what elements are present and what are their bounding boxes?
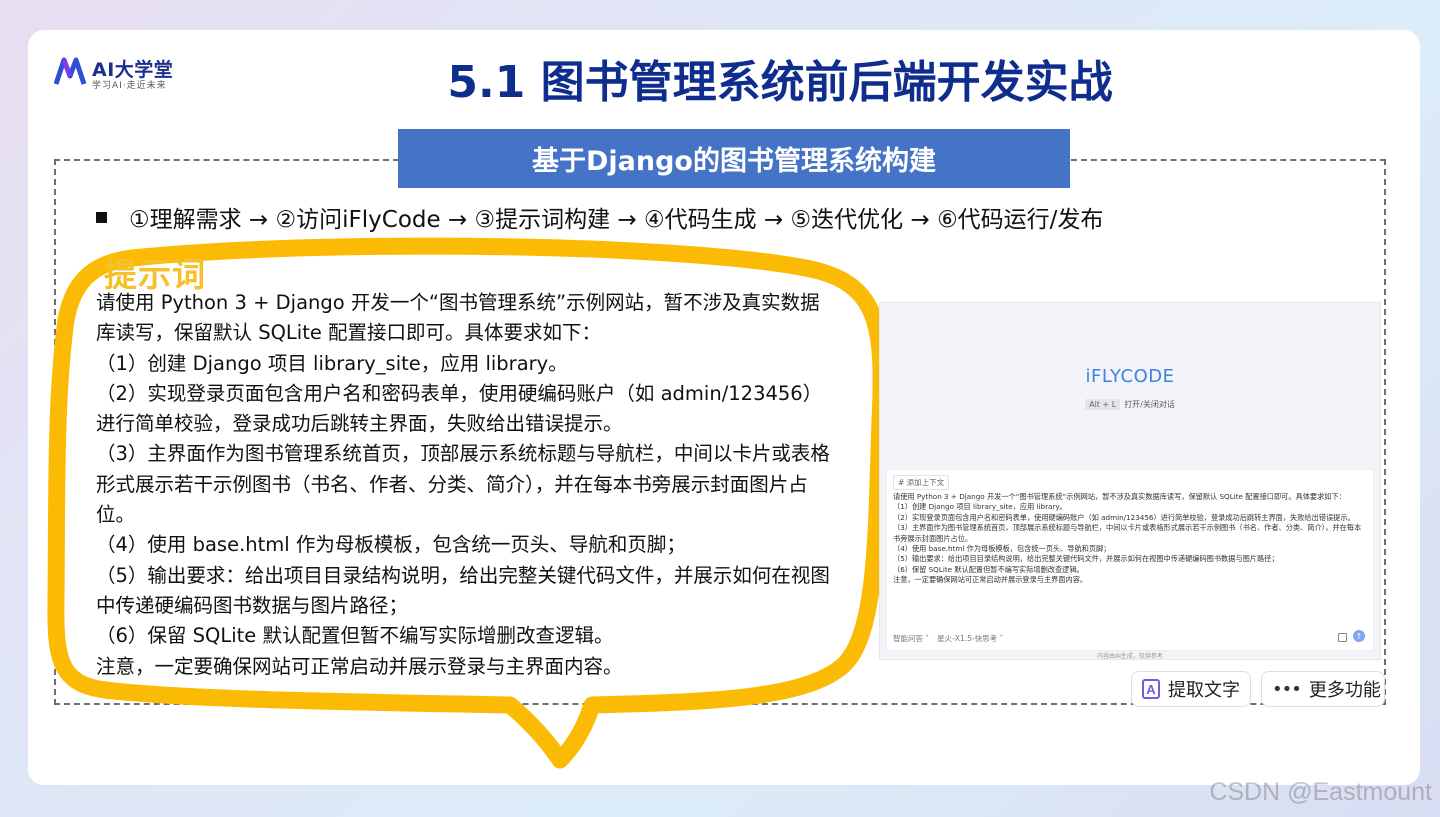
chat-input-card[interactable]: # 添加上下文 请使用 Python 3 + Django 开发一个“图书管理系… <box>886 469 1374 651</box>
watermark: CSDN @Eastmount <box>1209 778 1432 806</box>
arrow-up-icon: ↑ <box>1355 631 1363 641</box>
prompt-line: （5）输出要求：给出项目目录结构说明，给出完整关键代码文件，并展示如何在视图中传… <box>96 563 830 617</box>
chat-input-text[interactable]: 请使用 Python 3 + Django 开发一个“图书管理系统”示例网站，暂… <box>893 492 1365 586</box>
extract-text-label: 提取文字 <box>1168 680 1240 701</box>
iflycode-brand: iFLYCODE <box>1085 366 1175 387</box>
shortcut-key: Alt + L <box>1085 399 1121 410</box>
more-functions-label: 更多功能 <box>1308 680 1381 701</box>
text-extract-icon: A <box>1142 679 1160 699</box>
extract-text-button[interactable]: A 提取文字 <box>1131 671 1251 707</box>
prompt-line: （3）主界面作为图书管理系统首页，顶部展示系统标题与导航栏，中间以卡片或表格形式… <box>96 442 830 527</box>
chat-line: 注意，一定要确保网站可正常启动并展示登录与主界面内容。 <box>893 575 1088 585</box>
prompt-line: （1）创建 Django 项目 library_site，应用 library。 <box>96 351 568 375</box>
attach-icon[interactable] <box>1338 633 1347 642</box>
prompt-line: 注意，一定要确保网站可正常启动并展示登录与主界面内容。 <box>96 654 623 678</box>
iflycode-panel: iFLYCODE Alt + L 打开/关闭对话 # 添加上下文 请使用 Pyt… <box>879 302 1381 660</box>
add-context-chip[interactable]: # 添加上下文 <box>893 475 950 490</box>
prompt-text: 请使用 Python 3 + Django 开发一个“图书管理系统”示例网站，暂… <box>96 288 836 682</box>
chat-line: （2）实现登录页面包含用户名和密码表单，使用硬编码账户（如 admin/1234… <box>893 512 1355 522</box>
chat-line: 请使用 Python 3 + Django 开发一个“图书管理系统”示例网站，暂… <box>893 492 1346 501</box>
shortcut-hint: Alt + L 打开/关闭对话 <box>880 399 1380 410</box>
chat-line: （1）创建 Django 项目 library_site，应用 library。 <box>893 502 1067 512</box>
chat-line: （5）输出要求：给出项目目录结构说明，给出完整关键代码文件，并展示如何在视图中传… <box>893 554 1279 564</box>
shortcut-label: 打开/关闭对话 <box>1124 400 1175 409</box>
prompt-line: （4）使用 base.html 作为母板模板，包含统一页头、导航和页脚； <box>96 533 686 557</box>
send-button[interactable]: ↑ <box>1353 630 1365 642</box>
chat-line: （6）保留 SQLite 默认配置但暂不编写实际增删改查逻辑。 <box>893 564 1084 574</box>
chat-line: （3）主界面作为图书管理系统首页，顶部展示系统标题与导航栏，中间以卡片或表格形式… <box>893 523 1362 543</box>
prompt-line: 请使用 Python 3 + Django 开发一个“图书管理系统”示例网站，暂… <box>96 291 820 345</box>
prompt-line: （6）保留 SQLite 默认配置但暂不编写实际增删改查逻辑。 <box>96 624 614 648</box>
chat-line: （4）使用 base.html 作为母板模板，包含统一页头、导航和页脚； <box>893 544 1111 554</box>
mode-select[interactable]: 智能问答 ˅ <box>893 633 929 644</box>
more-functions-button[interactable]: ••• 更多功能 <box>1261 671 1385 707</box>
prompt-line: （2）实现登录页面包含用户名和密码表单，使用硬编码账户（如 admin/1234… <box>96 381 823 436</box>
ai-disclaimer: 内容由AI生成，仅供参考 <box>1097 653 1163 660</box>
model-select[interactable]: 星火-X1.5-快思考 ˅ <box>937 633 1003 644</box>
chat-toolbar: 智能问答 ˅ 星火-X1.5-快思考 ˅ <box>893 633 1003 644</box>
more-dots-icon: ••• <box>1272 678 1302 700</box>
